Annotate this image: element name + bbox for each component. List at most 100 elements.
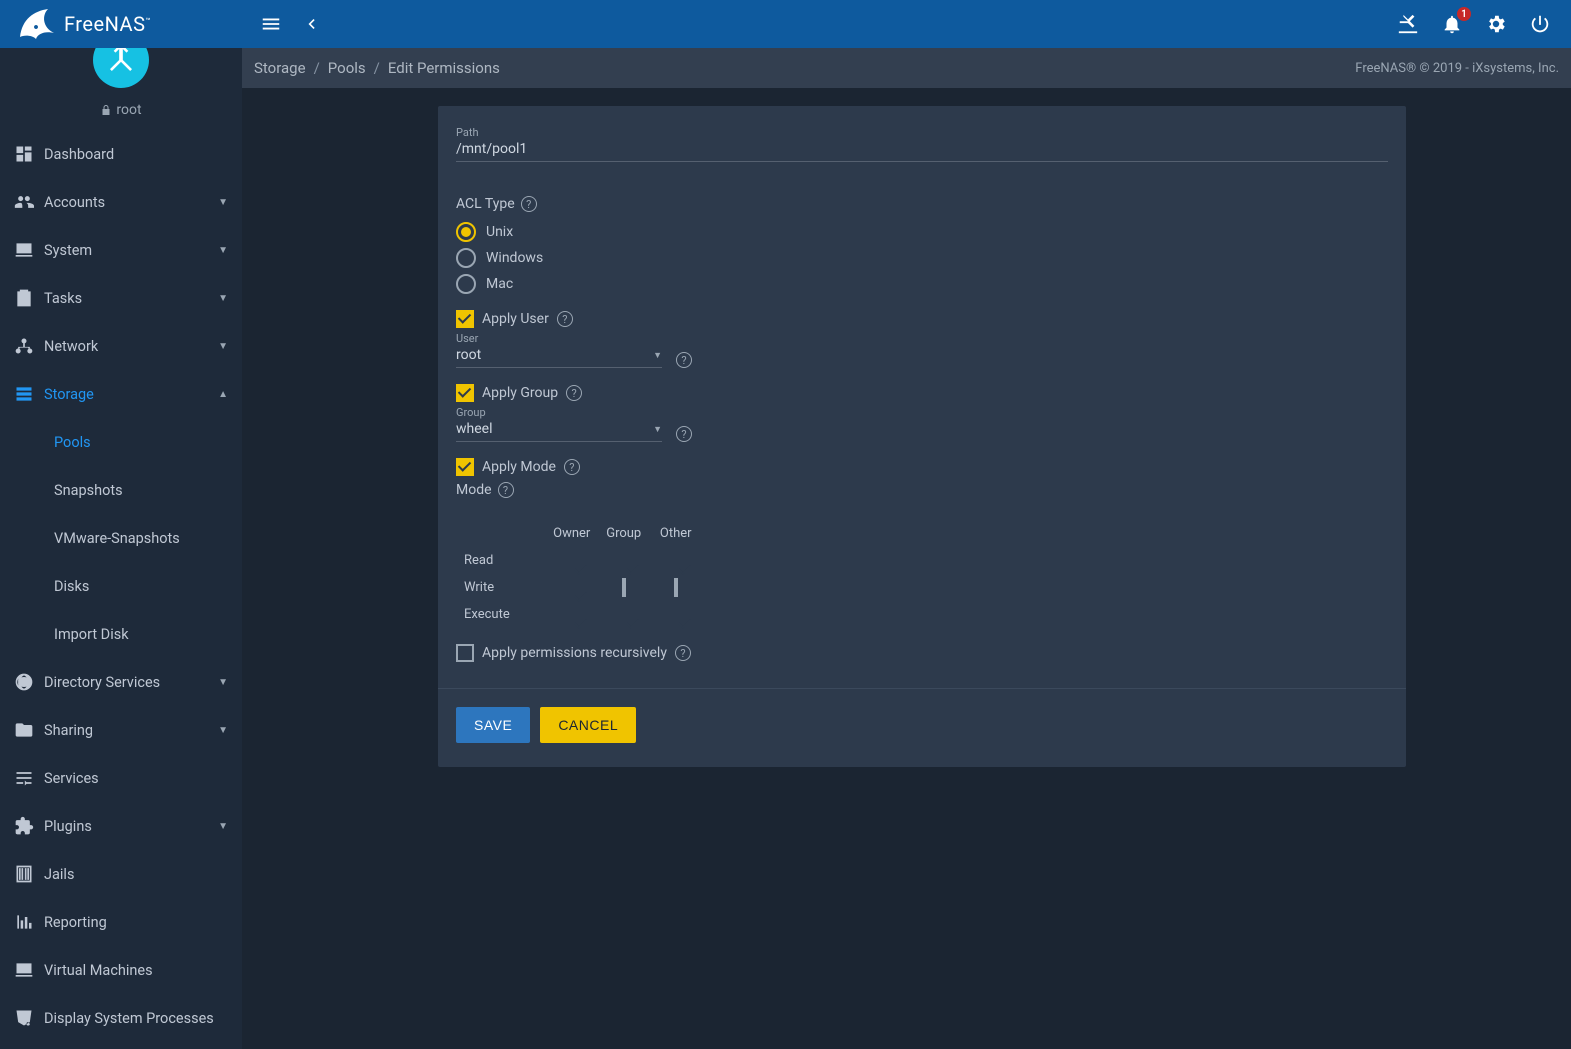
storage-submenu: Pools Snapshots VMware-Snapshots Disks I… <box>0 418 242 658</box>
sidebar-item-vm[interactable]: Virtual Machines <box>0 946 242 994</box>
power-icon[interactable] <box>1529 13 1551 35</box>
help-icon[interactable]: ? <box>564 459 580 475</box>
notification-badge: 1 <box>1457 7 1471 21</box>
mode-label: Mode ? <box>456 482 1388 498</box>
topbar: FreeNAS™ 1 <box>0 0 1571 48</box>
help-icon[interactable]: ? <box>675 645 691 661</box>
network-icon <box>14 336 44 356</box>
content: Storage / Pools / Edit Permissions FreeN… <box>242 0 1571 1049</box>
mode-row-read: Read <box>456 547 702 574</box>
acl-type-unix[interactable]: Unix <box>456 222 1388 242</box>
lock-icon <box>100 104 112 116</box>
breadcrumb-storage[interactable]: Storage <box>254 59 306 77</box>
topbar-right-controls: 1 <box>1397 13 1571 35</box>
apply-user-checkbox[interactable] <box>456 310 474 328</box>
chevron-down-icon: ▼ <box>218 677 228 688</box>
sidebar-item-directory-services[interactable]: Directory Services ▼ <box>0 658 242 706</box>
theme-icon[interactable] <box>1397 13 1419 35</box>
mode-write-group[interactable] <box>622 578 626 597</box>
sidebar: root Dashboard Accounts ▼ System ▼ Tasks… <box>0 48 242 1049</box>
chevron-down-icon: ▼ <box>218 725 228 736</box>
sidebar-item-disks[interactable]: Disks <box>0 562 242 610</box>
chevron-down-icon: ▼ <box>218 245 228 256</box>
storage-icon <box>14 384 44 404</box>
sidebar-item-processes[interactable]: Display System Processes <box>0 994 242 1042</box>
apply-group-checkbox[interactable] <box>456 384 474 402</box>
sidebar-item-network[interactable]: Network ▼ <box>0 322 242 370</box>
group-label: Group <box>456 406 1388 419</box>
chevron-up-icon: ▲ <box>218 389 228 400</box>
apply-group-row[interactable]: Apply Group ? <box>456 384 1388 402</box>
nav: Dashboard Accounts ▼ System ▼ Tasks ▼ Ne… <box>0 126 242 1049</box>
breadcrumb: Storage / Pools / Edit Permissions <box>254 59 500 77</box>
breadcrumb-edit-permissions[interactable]: Edit Permissions <box>388 59 500 77</box>
help-icon[interactable]: ? <box>557 311 573 327</box>
group-select[interactable]: wheel ▼ <box>456 419 662 442</box>
processes-icon <box>14 1008 44 1028</box>
sidebar-item-vmware-snapshots[interactable]: VMware-Snapshots <box>0 514 242 562</box>
help-icon[interactable]: ? <box>498 482 514 498</box>
chevron-down-icon: ▼ <box>653 424 662 435</box>
breadcrumb-pools[interactable]: Pools <box>328 59 366 77</box>
jails-icon <box>14 864 44 884</box>
apply-user-row[interactable]: Apply User ? <box>456 310 1388 328</box>
user-select[interactable]: root ▼ <box>456 345 662 368</box>
menu-icon[interactable] <box>260 13 282 35</box>
tasks-icon <box>14 288 44 308</box>
apply-recursive-checkbox[interactable] <box>456 644 474 662</box>
path-field: Path /mnt/pool1 <box>456 126 1388 162</box>
chevron-down-icon: ▼ <box>218 197 228 208</box>
sidebar-item-accounts[interactable]: Accounts ▼ <box>0 178 242 226</box>
mode-row-write: Write <box>456 574 702 601</box>
apply-mode-row[interactable]: Apply Mode ? <box>456 458 1388 476</box>
sidebar-item-storage[interactable]: Storage ▲ <box>0 370 242 418</box>
user-label: User <box>456 332 1388 345</box>
acl-type-windows[interactable]: Windows <box>456 248 1388 268</box>
plugins-icon <box>14 816 44 836</box>
sidebar-item-dashboard[interactable]: Dashboard <box>0 130 242 178</box>
sidebar-item-system[interactable]: System ▼ <box>0 226 242 274</box>
chevron-down-icon: ▼ <box>653 350 662 361</box>
vm-icon <box>14 960 44 980</box>
sidebar-item-import-disk[interactable]: Import Disk <box>0 610 242 658</box>
sharing-icon <box>14 720 44 740</box>
dashboard-icon <box>14 144 44 164</box>
directory-icon <box>14 672 44 692</box>
chevron-down-icon: ▼ <box>218 293 228 304</box>
gear-icon[interactable] <box>1485 13 1507 35</box>
topbar-left-controls <box>242 13 322 35</box>
save-button[interactable]: SAVE <box>456 707 530 743</box>
mode-write-other[interactable] <box>674 578 678 597</box>
sidebar-item-sharing[interactable]: Sharing ▼ <box>0 706 242 754</box>
path-label: Path <box>456 126 1388 139</box>
user-name: root <box>116 102 141 118</box>
path-value[interactable]: /mnt/pool1 <box>456 139 1388 162</box>
mode-table: Owner Group Other Read Write <box>456 520 702 628</box>
chevron-down-icon: ▼ <box>218 821 228 832</box>
chevron-left-icon[interactable] <box>300 13 322 35</box>
sidebar-item-plugins[interactable]: Plugins ▼ <box>0 802 242 850</box>
divider <box>438 688 1406 689</box>
sidebar-item-tasks[interactable]: Tasks ▼ <box>0 274 242 322</box>
sidebar-item-jails[interactable]: Jails <box>0 850 242 898</box>
apply-recursive-row[interactable]: Apply permissions recursively ? <box>456 644 1388 662</box>
help-icon[interactable]: ? <box>676 426 692 442</box>
help-icon[interactable]: ? <box>521 196 537 212</box>
apply-mode-checkbox[interactable] <box>456 458 474 476</box>
acl-type-label: ACL Type ? <box>456 196 1388 212</box>
help-icon[interactable]: ? <box>566 385 582 401</box>
services-icon <box>14 768 44 788</box>
sidebar-item-pools[interactable]: Pools <box>0 418 242 466</box>
radio-icon <box>456 248 476 268</box>
help-icon[interactable]: ? <box>676 352 692 368</box>
accounts-icon <box>14 192 44 212</box>
acl-type-mac[interactable]: Mac <box>456 274 1388 294</box>
cancel-button[interactable]: CANCEL <box>540 707 636 743</box>
sidebar-item-snapshots[interactable]: Snapshots <box>0 466 242 514</box>
sidebar-item-reporting[interactable]: Reporting <box>0 898 242 946</box>
radio-icon <box>456 274 476 294</box>
sidebar-item-services[interactable]: Services <box>0 754 242 802</box>
reporting-icon <box>14 912 44 932</box>
copyright: FreeNAS® © 2019 - iXsystems, Inc. <box>1355 61 1559 76</box>
brand-logo[interactable]: FreeNAS™ <box>0 0 242 48</box>
